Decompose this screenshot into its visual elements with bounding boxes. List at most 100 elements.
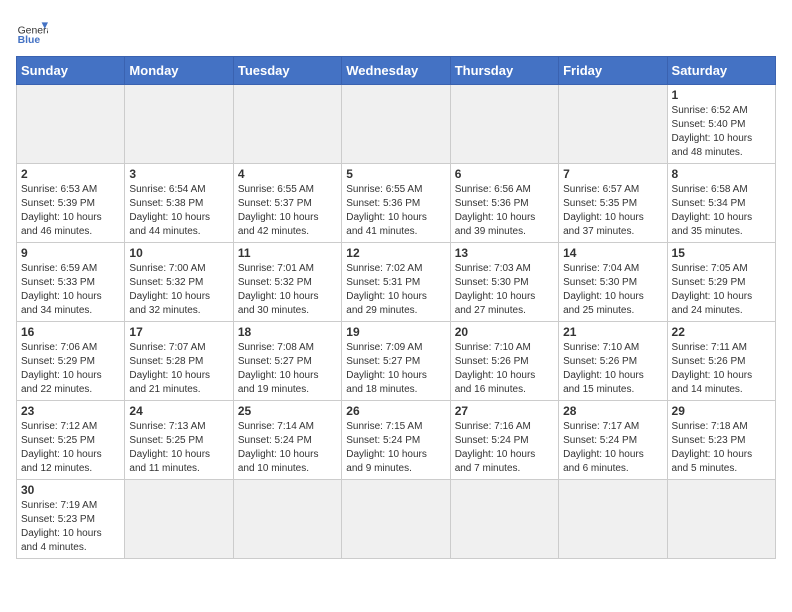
header-thursday: Thursday — [450, 57, 558, 85]
day-info: Sunrise: 7:04 AM Sunset: 5:30 PM Dayligh… — [563, 262, 662, 318]
header-monday: Monday — [125, 57, 233, 85]
day-number: 5 — [346, 167, 445, 181]
day-info: Sunrise: 6:58 AM Sunset: 5:34 PM Dayligh… — [672, 183, 771, 239]
day-number: 8 — [672, 167, 771, 181]
day-cell: 8 Sunrise: 6:58 AM Sunset: 5:34 PM Daylig… — [667, 164, 775, 243]
week-row-6: 30 Sunrise: 7:19 AM Sunset: 5:23 PM Dayli… — [17, 480, 776, 559]
day-number: 15 — [672, 246, 771, 260]
day-cell — [125, 85, 233, 164]
week-row-2: 2 Sunrise: 6:53 AM Sunset: 5:39 PM Daylig… — [17, 164, 776, 243]
day-cell: 23 Sunrise: 7:12 AM Sunset: 5:25 PM Dayli… — [17, 401, 125, 480]
day-cell: 3 Sunrise: 6:54 AM Sunset: 5:38 PM Daylig… — [125, 164, 233, 243]
day-info: Sunrise: 7:06 AM Sunset: 5:29 PM Dayligh… — [21, 341, 120, 397]
day-number: 30 — [21, 483, 120, 497]
day-number: 16 — [21, 325, 120, 339]
svg-text:Blue: Blue — [18, 35, 41, 46]
day-cell: 5 Sunrise: 6:55 AM Sunset: 5:36 PM Daylig… — [342, 164, 450, 243]
day-info: Sunrise: 7:09 AM Sunset: 5:27 PM Dayligh… — [346, 341, 445, 397]
day-info: Sunrise: 6:57 AM Sunset: 5:35 PM Dayligh… — [563, 183, 662, 239]
day-number: 21 — [563, 325, 662, 339]
day-info: Sunrise: 7:01 AM Sunset: 5:32 PM Dayligh… — [238, 262, 337, 318]
day-number: 1 — [672, 88, 771, 102]
day-cell: 6Sunrise: 6:56 AM Sunset: 5:36 PM Daylig… — [450, 164, 558, 243]
day-number: 17 — [129, 325, 228, 339]
day-number: 14 — [563, 246, 662, 260]
day-number: 19 — [346, 325, 445, 339]
day-info: Sunrise: 7:19 AM Sunset: 5:23 PM Dayligh… — [21, 499, 120, 555]
day-cell: 10 Sunrise: 7:00 AM Sunset: 5:32 PM Dayli… — [125, 243, 233, 322]
day-cell: 26Sunrise: 7:15 AM Sunset: 5:24 PM Dayli… — [342, 401, 450, 480]
day-cell — [342, 480, 450, 559]
day-number: 10 — [129, 246, 228, 260]
day-cell — [233, 480, 341, 559]
calendar: SundayMondayTuesdayWednesdayThursdayFrid… — [16, 56, 776, 559]
header-row: SundayMondayTuesdayWednesdayThursdayFrid… — [17, 57, 776, 85]
day-number: 4 — [238, 167, 337, 181]
header-sunday: Sunday — [17, 57, 125, 85]
header-wednesday: Wednesday — [342, 57, 450, 85]
day-number: 20 — [455, 325, 554, 339]
day-cell: 19 Sunrise: 7:09 AM Sunset: 5:27 PM Dayli… — [342, 322, 450, 401]
week-row-1: 1 Sunrise: 6:52 AM Sunset: 5:40 PM Daylig… — [17, 85, 776, 164]
day-number: 25 — [238, 404, 337, 418]
day-info: Sunrise: 7:15 AM Sunset: 5:24 PM Dayligh… — [346, 420, 445, 476]
day-info: Sunrise: 6:55 AM Sunset: 5:36 PM Dayligh… — [346, 183, 445, 239]
day-number: 9 — [21, 246, 120, 260]
week-row-4: 16 Sunrise: 7:06 AM Sunset: 5:29 PM Dayli… — [17, 322, 776, 401]
week-row-5: 23 Sunrise: 7:12 AM Sunset: 5:25 PM Dayli… — [17, 401, 776, 480]
day-number: 28 — [563, 404, 662, 418]
day-number: 12 — [346, 246, 445, 260]
day-info: Sunrise: 7:05 AM Sunset: 5:29 PM Dayligh… — [672, 262, 771, 318]
day-info: Sunrise: 7:12 AM Sunset: 5:25 PM Dayligh… — [21, 420, 120, 476]
day-info: Sunrise: 7:14 AM Sunset: 5:24 PM Dayligh… — [238, 420, 337, 476]
day-info: Sunrise: 7:13 AM Sunset: 5:25 PM Dayligh… — [129, 420, 228, 476]
day-info: Sunrise: 6:56 AM Sunset: 5:36 PM Dayligh… — [455, 183, 554, 239]
day-info: Sunrise: 7:07 AM Sunset: 5:28 PM Dayligh… — [129, 341, 228, 397]
day-cell — [559, 480, 667, 559]
day-info: Sunrise: 7:11 AM Sunset: 5:26 PM Dayligh… — [672, 341, 771, 397]
day-number: 24 — [129, 404, 228, 418]
day-cell: 14 Sunrise: 7:04 AM Sunset: 5:30 PM Dayli… — [559, 243, 667, 322]
page-header: General Blue — [16, 16, 776, 48]
day-info: Sunrise: 7:16 AM Sunset: 5:24 PM Dayligh… — [455, 420, 554, 476]
day-cell — [342, 85, 450, 164]
day-number: 18 — [238, 325, 337, 339]
day-cell: 12Sunrise: 7:02 AM Sunset: 5:31 PM Dayli… — [342, 243, 450, 322]
header-friday: Friday — [559, 57, 667, 85]
day-number: 2 — [21, 167, 120, 181]
day-cell: 22Sunrise: 7:11 AM Sunset: 5:26 PM Dayli… — [667, 322, 775, 401]
header-tuesday: Tuesday — [233, 57, 341, 85]
day-info: Sunrise: 7:10 AM Sunset: 5:26 PM Dayligh… — [563, 341, 662, 397]
day-cell: 28 Sunrise: 7:17 AM Sunset: 5:24 PM Dayli… — [559, 401, 667, 480]
day-number: 13 — [455, 246, 554, 260]
day-info: Sunrise: 7:08 AM Sunset: 5:27 PM Dayligh… — [238, 341, 337, 397]
day-cell — [17, 85, 125, 164]
day-number: 7 — [563, 167, 662, 181]
week-row-3: 9 Sunrise: 6:59 AM Sunset: 5:33 PM Daylig… — [17, 243, 776, 322]
day-cell: 17 Sunrise: 7:07 AM Sunset: 5:28 PM Dayli… — [125, 322, 233, 401]
day-info: Sunrise: 7:17 AM Sunset: 5:24 PM Dayligh… — [563, 420, 662, 476]
day-cell: 11Sunrise: 7:01 AM Sunset: 5:32 PM Dayli… — [233, 243, 341, 322]
day-cell — [233, 85, 341, 164]
day-info: Sunrise: 6:59 AM Sunset: 5:33 PM Dayligh… — [21, 262, 120, 318]
day-info: Sunrise: 6:52 AM Sunset: 5:40 PM Dayligh… — [672, 104, 771, 160]
day-number: 23 — [21, 404, 120, 418]
day-info: Sunrise: 6:55 AM Sunset: 5:37 PM Dayligh… — [238, 183, 337, 239]
day-cell: 25 Sunrise: 7:14 AM Sunset: 5:24 PM Dayli… — [233, 401, 341, 480]
day-cell: 2 Sunrise: 6:53 AM Sunset: 5:39 PM Daylig… — [17, 164, 125, 243]
day-cell — [125, 480, 233, 559]
header-saturday: Saturday — [667, 57, 775, 85]
day-cell: 18 Sunrise: 7:08 AM Sunset: 5:27 PM Dayli… — [233, 322, 341, 401]
logo: General Blue — [16, 16, 48, 48]
day-cell — [450, 85, 558, 164]
day-cell: 27Sunrise: 7:16 AM Sunset: 5:24 PM Dayli… — [450, 401, 558, 480]
day-info: Sunrise: 7:03 AM Sunset: 5:30 PM Dayligh… — [455, 262, 554, 318]
day-info: Sunrise: 7:00 AM Sunset: 5:32 PM Dayligh… — [129, 262, 228, 318]
day-number: 3 — [129, 167, 228, 181]
day-cell — [450, 480, 558, 559]
day-info: Sunrise: 6:54 AM Sunset: 5:38 PM Dayligh… — [129, 183, 228, 239]
day-cell: 15 Sunrise: 7:05 AM Sunset: 5:29 PM Dayli… — [667, 243, 775, 322]
day-info: Sunrise: 6:53 AM Sunset: 5:39 PM Dayligh… — [21, 183, 120, 239]
day-cell: 13 Sunrise: 7:03 AM Sunset: 5:30 PM Dayli… — [450, 243, 558, 322]
day-cell: 1 Sunrise: 6:52 AM Sunset: 5:40 PM Daylig… — [667, 85, 775, 164]
